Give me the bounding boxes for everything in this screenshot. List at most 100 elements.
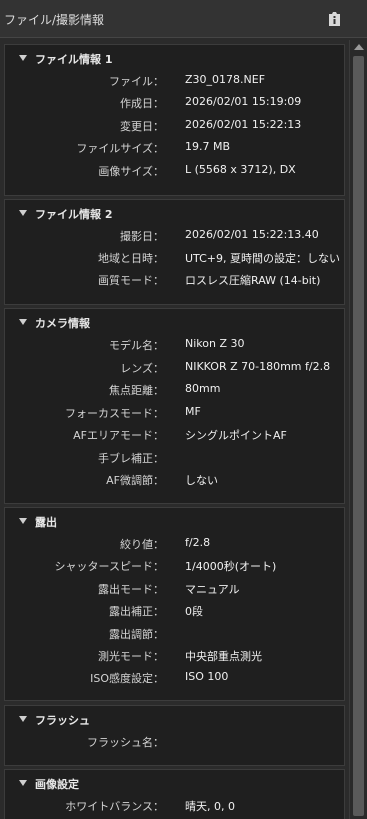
- field-label: フラッシュ名：: [87, 736, 164, 749]
- section-title: 画像設定: [35, 778, 79, 791]
- field-label: AFエリアモード：: [73, 429, 164, 442]
- field-label: シャッタースピード：: [54, 560, 164, 573]
- info-row: 絞り値： f/2.8: [5, 536, 344, 556]
- section-header[interactable]: ファイル情報 2: [5, 200, 344, 221]
- info-row: ホワイトバランス： 晴天, 0, 0: [5, 798, 344, 818]
- info-row: レンズ： NIKKOR Z 70-180mm f/2.8: [5, 360, 344, 380]
- field-value: L (5568 x 3712), DX: [185, 163, 296, 176]
- field-label: ISO感度設定：: [90, 672, 164, 685]
- info-row: 変更日： 2026/02/01 15:22:13: [5, 118, 344, 138]
- section-flash: フラッシュ フラッシュ名：: [4, 705, 345, 766]
- section-header[interactable]: 画像設定: [5, 770, 344, 791]
- collapse-triangle-icon[interactable]: [19, 319, 27, 325]
- collapse-triangle-icon[interactable]: [19, 780, 27, 786]
- scrollbar-thumb[interactable]: [353, 56, 364, 816]
- field-value: Z30_0178.NEF: [185, 73, 266, 86]
- info-row: 作成日： 2026/02/01 15:19:09: [5, 95, 344, 115]
- info-row: 露出モード： マニュアル: [5, 581, 344, 601]
- field-label: 作成日：: [120, 97, 164, 110]
- field-label: 露出調節：: [109, 628, 164, 641]
- field-label: 露出補正：: [109, 605, 164, 618]
- field-label: 測光モード：: [98, 650, 164, 663]
- section-title: フラッシュ: [35, 714, 90, 727]
- field-value: Nikon Z 30: [185, 337, 245, 350]
- field-value: 80mm: [185, 382, 221, 395]
- field-label: AF微調節：: [106, 474, 164, 487]
- section-header[interactable]: 露出: [5, 508, 344, 529]
- section-header[interactable]: ファイル情報 1: [5, 45, 344, 66]
- info-icon[interactable]: [326, 11, 343, 27]
- field-label: ファイルサイズ：: [76, 142, 164, 155]
- info-row: ファイル： Z30_0178.NEF: [5, 73, 344, 93]
- section-file-info-1: ファイル情報 1 ファイル： Z30_0178.NEF 作成日： 2026/02/0…: [4, 44, 345, 196]
- section-camera-info: カメラ情報 モデル名： Nikon Z 30 レンズ： NIKKOR Z 70-18…: [4, 308, 345, 504]
- field-label: 露出モード：: [98, 583, 164, 596]
- field-value: 晴天, 0, 0: [185, 800, 235, 813]
- info-row: 地域と日時： UTC+9, 夏時間の設定：しない: [5, 250, 344, 270]
- info-row: 露出補正： 0段: [5, 603, 344, 623]
- field-value: 2026/02/01 15:22:13.40: [185, 228, 319, 241]
- field-label: レンズ：: [120, 362, 164, 375]
- field-value: 1/4000秒(オート): [185, 560, 277, 573]
- field-value: 2026/02/01 15:22:13: [185, 118, 302, 131]
- field-label: 変更日：: [120, 120, 164, 133]
- info-row: 焦点距離： 80mm: [5, 382, 344, 402]
- field-label: モデル名：: [109, 339, 164, 352]
- info-row: フォーカスモード： MF: [5, 405, 344, 425]
- info-row: 画像サイズ： L (5568 x 3712), DX: [5, 163, 344, 183]
- info-row: 露出調節：: [5, 626, 344, 646]
- collapse-triangle-icon[interactable]: [19, 518, 27, 524]
- field-value: MF: [185, 405, 201, 418]
- info-row: 撮影日： 2026/02/01 15:22:13.40: [5, 228, 344, 248]
- collapse-triangle-icon[interactable]: [19, 716, 27, 722]
- info-row: 手ブレ補正：: [5, 450, 344, 470]
- section-title: 露出: [35, 516, 57, 529]
- panel-title: ファイル/撮影情報: [4, 13, 105, 27]
- section-title: ファイル情報 2: [35, 208, 113, 221]
- field-label: 地域と日時：: [98, 252, 164, 265]
- field-value: 0段: [185, 605, 203, 618]
- field-value: UTC+9, 夏時間の設定：しない: [185, 252, 341, 265]
- info-scroll-area[interactable]: ファイル情報 1 ファイル： Z30_0178.NEF 作成日： 2026/02/0…: [0, 40, 348, 819]
- info-row: フラッシュ名：: [5, 734, 344, 754]
- field-value: 中央部重点測光: [185, 650, 262, 663]
- field-label: ファイル：: [109, 75, 164, 88]
- info-row: モデル名： Nikon Z 30: [5, 337, 344, 357]
- vertical-scrollbar[interactable]: [349, 40, 367, 819]
- field-label: ホワイトバランス：: [65, 800, 164, 813]
- info-row: 画質モード： ロスレス圧縮RAW (14-bit): [5, 272, 344, 292]
- info-row: ISO感度設定： ISO 100: [5, 670, 344, 690]
- field-value: 2026/02/01 15:19:09: [185, 95, 302, 108]
- field-label: 撮影日：: [120, 230, 164, 243]
- field-value: 19.7 MB: [185, 140, 231, 153]
- section-header[interactable]: カメラ情報: [5, 309, 344, 330]
- collapse-triangle-icon[interactable]: [19, 55, 27, 61]
- field-label: フォーカスモード：: [65, 407, 164, 420]
- field-value: NIKKOR Z 70-180mm f/2.8: [185, 360, 331, 373]
- field-value: ロスレス圧縮RAW (14-bit): [185, 274, 321, 287]
- field-label: 画像サイズ：: [98, 165, 164, 178]
- field-value: シングルポイントAF: [185, 429, 287, 442]
- collapse-triangle-icon[interactable]: [19, 210, 27, 216]
- field-value: f/2.8: [185, 536, 211, 549]
- section-exposure: 露出 絞り値： f/2.8 シャッタースピード： 1/4000秒(オート) 露出モー…: [4, 507, 345, 701]
- field-value: マニュアル: [185, 583, 240, 596]
- info-row: AFエリアモード： シングルポイントAF: [5, 427, 344, 447]
- field-value: ISO 100: [185, 670, 229, 683]
- info-row: AF微調節： しない: [5, 472, 344, 492]
- field-label: 絞り値：: [120, 538, 164, 551]
- section-title: カメラ情報: [35, 317, 90, 330]
- field-label: 手ブレ補正：: [98, 452, 164, 465]
- panel-titlebar: ファイル/撮影情報: [0, 0, 367, 38]
- field-value: しない: [185, 474, 218, 487]
- field-label: 焦点距離：: [109, 384, 164, 397]
- section-title: ファイル情報 1: [35, 53, 113, 66]
- section-file-info-2: ファイル情報 2 撮影日： 2026/02/01 15:22:13.40 地域と日…: [4, 199, 345, 305]
- info-row: ファイルサイズ： 19.7 MB: [5, 140, 344, 160]
- info-row: 測光モード： 中央部重点測光: [5, 648, 344, 668]
- section-header[interactable]: フラッシュ: [5, 706, 344, 727]
- scroll-up-arrow-icon[interactable]: [354, 44, 364, 50]
- info-row: シャッタースピード： 1/4000秒(オート): [5, 558, 344, 578]
- field-label: 画質モード：: [98, 274, 164, 287]
- section-image-settings: 画像設定 ホワイトバランス： 晴天, 0, 0: [4, 769, 345, 819]
